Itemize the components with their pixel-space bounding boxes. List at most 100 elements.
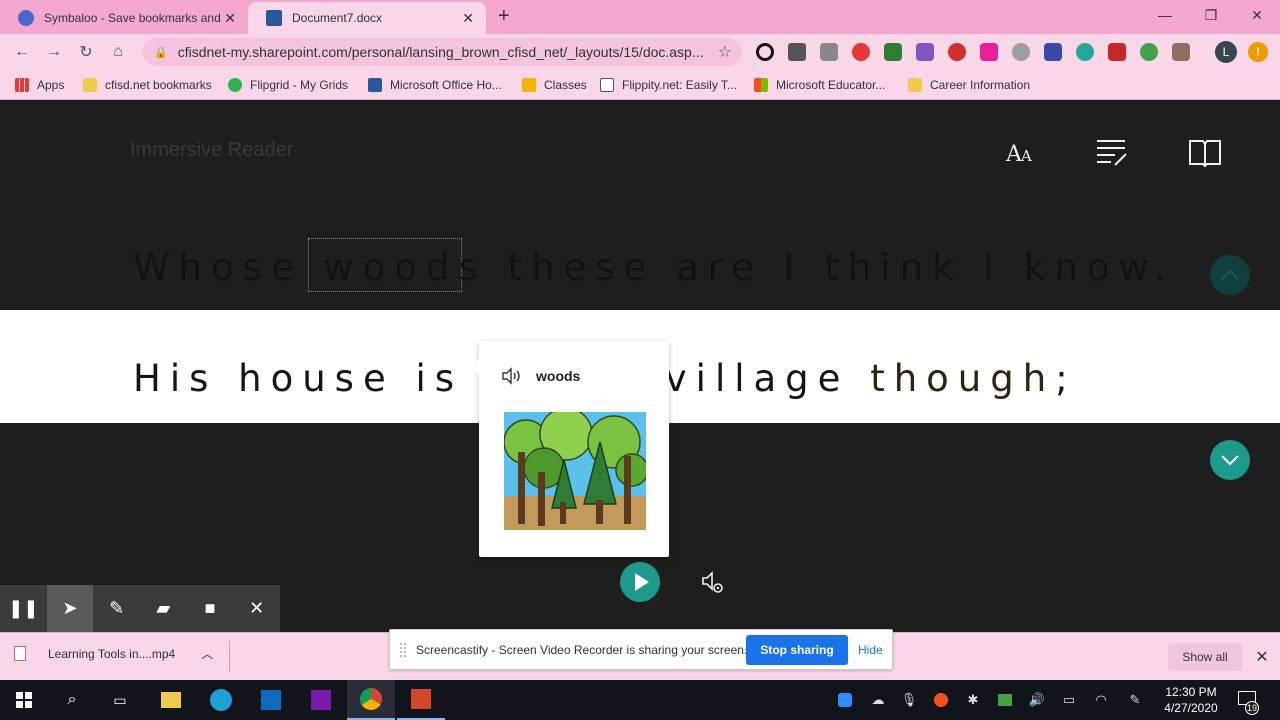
extension-icon[interactable]: [884, 43, 902, 61]
grammar-options-icon[interactable]: [1095, 135, 1129, 169]
onenote-icon[interactable]: [297, 680, 345, 720]
notification-center-icon[interactable]: 19: [1236, 688, 1260, 715]
wifi-icon[interactable]: ◠: [1091, 690, 1111, 710]
tab-symbaloo[interactable]: Symbaloo - Save bookmarks and ✕: [0, 2, 248, 34]
windows-start-icon[interactable]: [0, 680, 48, 720]
powerpoint-icon[interactable]: [397, 680, 445, 720]
bookmark-flipgrid[interactable]: Flipgrid - My Grids: [228, 76, 348, 94]
close-icon[interactable]: ✕: [1254, 645, 1270, 669]
bookmark-label: Apps: [37, 78, 65, 92]
rocket-icon[interactable]: [788, 43, 806, 61]
reading-line-1[interactable]: Whose woods these are I think I know.: [133, 246, 1175, 289]
bookmark-cfisd[interactable]: cfisd.net bookmarks: [83, 76, 212, 94]
chrome-icon[interactable]: [347, 680, 395, 720]
search-icon[interactable]: ⌕: [48, 680, 96, 720]
close-icon[interactable]: ✕: [224, 10, 236, 27]
close-icon[interactable]: ✕: [233, 585, 280, 632]
cursor-icon[interactable]: ➤: [46, 585, 94, 632]
reading-preferences-icon[interactable]: [1188, 135, 1222, 169]
restore-icon[interactable]: ❐: [1188, 0, 1234, 30]
bookmark-office[interactable]: Microsoft Office Ho...: [368, 76, 502, 94]
extension-icon[interactable]: [1140, 43, 1158, 61]
tab-document7[interactable]: Document7.docx ✕: [248, 2, 486, 34]
volume-icon[interactable]: 🔊: [1027, 690, 1047, 710]
flipgrid-icon: [228, 78, 242, 92]
pen-workspace-icon[interactable]: ✎: [1125, 690, 1145, 710]
show-all-button[interactable]: Show all: [1168, 643, 1242, 671]
voice-settings-icon[interactable]: [700, 570, 726, 596]
extension-icon[interactable]: [852, 43, 870, 61]
pen-icon[interactable]: ✎: [93, 585, 140, 632]
download-item[interactable]: Learning Tools in....mp4 ︿: [14, 645, 213, 662]
trees-picture: [504, 412, 646, 530]
zoom-icon[interactable]: [835, 690, 855, 710]
download-filename: Learning Tools in....mp4: [48, 646, 176, 661]
extension-icon[interactable]: [916, 43, 934, 61]
upload-icon[interactable]: [931, 690, 951, 710]
reload-icon[interactable]: ↻: [74, 40, 98, 64]
extension-icon[interactable]: [1044, 43, 1062, 61]
lock-icon: 🔒: [154, 46, 168, 59]
gem-icon[interactable]: [1012, 43, 1030, 61]
browser-tab-strip: Symbaloo - Save bookmarks and ✕ Document…: [0, 0, 1280, 34]
drag-handle[interactable]: [400, 643, 406, 657]
task-view-icon[interactable]: ▭: [96, 680, 144, 720]
pdf-icon[interactable]: [1108, 43, 1126, 61]
bookmark-career[interactable]: Career Information: [908, 76, 1030, 94]
screencastify-toolbar: ❚❚ ➤ ✎ ▰ ■ ✕: [0, 585, 280, 632]
bluetooth-icon[interactable]: ✱: [963, 690, 983, 710]
globe-icon: [18, 10, 34, 26]
update-alert-icon[interactable]: !: [1248, 42, 1268, 62]
pause-icon[interactable]: ❚❚: [0, 585, 47, 632]
divider: [229, 641, 230, 673]
tab-title: Document7.docx: [292, 11, 383, 25]
play-button[interactable]: [620, 562, 660, 602]
stop-sharing-button[interactable]: Stop sharing: [746, 635, 848, 665]
onedrive-icon[interactable]: ☁: [868, 690, 888, 710]
bookmark-educator[interactable]: Microsoft Educator...: [754, 76, 885, 94]
reader-title: Immersive Reader: [130, 139, 294, 161]
camera-icon[interactable]: ■: [187, 585, 234, 632]
back-icon[interactable]: ←: [10, 40, 34, 64]
scroll-up-button[interactable]: [1210, 255, 1250, 295]
scroll-down-button[interactable]: [1210, 440, 1250, 480]
new-tab-button[interactable]: +: [498, 5, 510, 28]
extension-icon[interactable]: [756, 43, 774, 61]
extension-icon[interactable]: [980, 43, 998, 61]
minimize-icon[interactable]: —: [1142, 0, 1188, 30]
word-icon: [266, 10, 282, 26]
bookmark-apps[interactable]: Apps: [15, 76, 64, 94]
chevron-up-icon: [1221, 269, 1239, 280]
bookmark-star-icon[interactable]: ☆: [718, 42, 732, 62]
chevron-up-icon[interactable]: ︿: [201, 645, 213, 662]
outlook-icon[interactable]: [247, 680, 295, 720]
hide-button[interactable]: Hide: [858, 643, 883, 657]
adblock-icon[interactable]: [948, 43, 966, 61]
bookmark-label: Career Information: [930, 78, 1031, 92]
eraser-icon[interactable]: ▰: [140, 585, 187, 632]
profile-avatar[interactable]: L: [1215, 41, 1237, 63]
system-clock[interactable]: 12:30 PM 4/27/2020: [1160, 684, 1222, 716]
close-window-icon[interactable]: ✕: [1234, 0, 1280, 30]
pdf-icon[interactable]: [1172, 43, 1190, 61]
home-icon[interactable]: ⌂: [106, 40, 130, 64]
grammarly-icon[interactable]: [1076, 43, 1094, 61]
windows-taskbar: ⌕ ▭ ☁ 🎙 ✱ 🔊 ▭ ◠ ✎ 12:30 PM 4/27/2020 19: [0, 680, 1280, 720]
bookmark-label: Flippity.net: Easily T...: [622, 78, 737, 92]
microphone-icon[interactable]: 🎙: [899, 690, 919, 710]
highlighted-word[interactable]: though: [870, 357, 1055, 400]
bookmark-flippity[interactable]: Flippity.net: Easily T...: [600, 76, 737, 94]
speaker-icon[interactable]: [501, 367, 523, 385]
extension-icon[interactable]: [820, 43, 838, 61]
selected-word[interactable]: woods: [323, 246, 486, 289]
bookmark-classes[interactable]: Classes: [522, 76, 587, 94]
battery-icon[interactable]: ▭: [1059, 690, 1079, 710]
text-preferences-icon[interactable]: A A: [1004, 135, 1038, 169]
app-tray-icon[interactable]: [995, 690, 1015, 710]
file-explorer-icon[interactable]: [147, 680, 195, 720]
edge-icon[interactable]: [197, 680, 245, 720]
line-text: these are I think I know.: [486, 246, 1176, 289]
close-icon[interactable]: ✕: [462, 10, 474, 27]
address-bar[interactable]: 🔒 cfisdnet-my.sharepoint.com/personal/la…: [142, 38, 742, 66]
forward-icon[interactable]: →: [42, 40, 66, 64]
